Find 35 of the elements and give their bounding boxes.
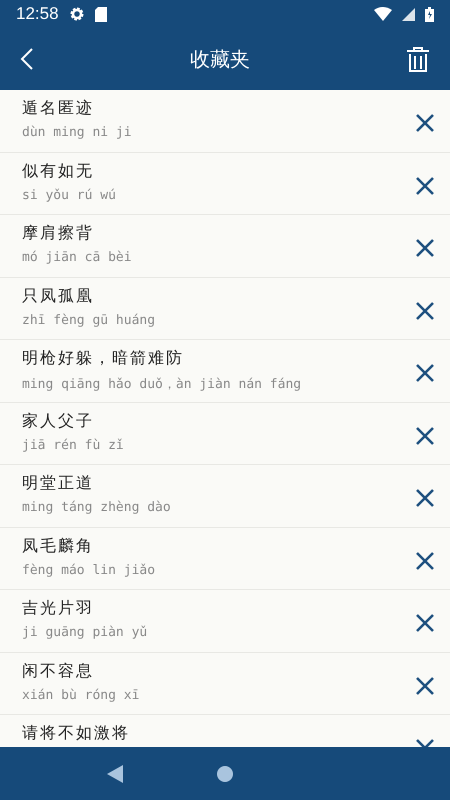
idiom-text: 明枪好躲，暗箭难防 xyxy=(22,348,185,369)
pinyin-text: si yǒu rú wú xyxy=(22,188,117,202)
sd-card-icon xyxy=(94,6,107,22)
favorite-item[interactable]: 闲不容息 xián bù róng xī xyxy=(0,652,450,715)
idiom-text: 摩肩擦背 xyxy=(22,223,95,244)
idiom-text: 遁名匿迹 xyxy=(22,98,95,119)
idiom-text: 家人父子 xyxy=(22,410,95,432)
pinyin-text: ji guāng piàn yǔ xyxy=(22,625,148,640)
pinyin-text: mó jiān cā bèi xyxy=(22,250,133,265)
wifi-icon xyxy=(374,7,392,21)
gear-icon xyxy=(68,6,85,22)
signal-icon xyxy=(402,8,415,20)
pinyin-text: xián bù róng xī xyxy=(22,688,140,702)
pinyin-text: dùn ming ni ji xyxy=(22,125,133,140)
favorite-item[interactable]: 凤毛麟角 fèng máo lin jiǎo xyxy=(0,528,450,590)
home-icon[interactable] xyxy=(217,766,233,782)
idiom-text: 吉光片羽 xyxy=(22,598,95,619)
pinyin-text: fèng máo lin jiǎo xyxy=(22,562,156,578)
pinyin-text: ming qiāng hǎo duǒ，àn jiàn nán fáng xyxy=(22,376,302,393)
clock: 12:58 xyxy=(16,4,59,24)
battery-icon xyxy=(425,6,434,22)
idiom-text: 凤毛麟角 xyxy=(22,536,95,556)
favorite-item[interactable]: 家人父子 jiā rén fù zǐ xyxy=(0,402,450,465)
pinyin-text: ming táng zhèng dào xyxy=(22,500,172,515)
favorite-item[interactable]: 只凤孤凰 zhī fèng gū huáng xyxy=(0,278,450,340)
idiom-text: 闲不容息 xyxy=(22,660,95,682)
idiom-text: 明堂正道 xyxy=(22,473,95,494)
pinyin-text: jiā rén fù zǐ xyxy=(22,438,125,452)
idiom-text: 似有如无 xyxy=(22,160,95,182)
pinyin-text: zhī fèng gū huáng xyxy=(22,312,156,328)
idiom-text: 请将不如激将 xyxy=(22,723,131,744)
page-title: 收藏夹 xyxy=(190,46,250,72)
favorite-item[interactable]: 似有如无 si yǒu rú wú xyxy=(0,152,450,215)
idiom-text: 只凤孤凰 xyxy=(22,286,95,306)
back-icon[interactable] xyxy=(107,764,123,782)
